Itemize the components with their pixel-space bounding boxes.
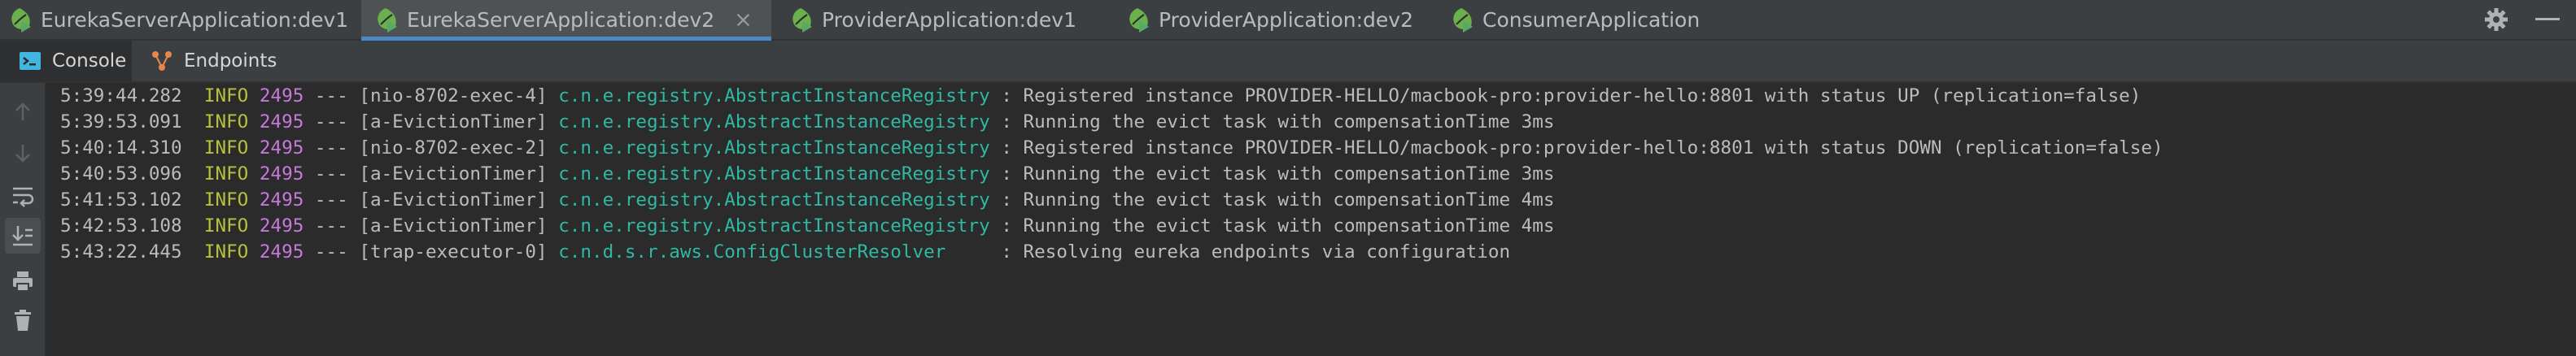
clear-all-button[interactable]	[5, 302, 41, 338]
tab-endpoints[interactable]: Endpoints	[150, 41, 280, 81]
log-separator: ---	[314, 111, 348, 132]
print-button[interactable]	[5, 263, 41, 299]
console-scrollbar[interactable]	[2565, 83, 2576, 356]
tab-label: ConsumerApplication	[1482, 7, 1701, 32]
log-message: Running the evict task with compensation…	[1023, 215, 1555, 237]
log-message: Resolving eureka endpoints via configura…	[1023, 241, 1511, 263]
tab-label: ProviderApplication:dev2	[1159, 7, 1413, 32]
log-message: Registered instance PROVIDER-HELLO/macbo…	[1023, 137, 2163, 158]
log-line: 5:43:22.445 INFO 2495 --- [trap-executor…	[60, 241, 1511, 263]
tab-label: ProviderApplication:dev1	[822, 7, 1076, 32]
endpoints-icon	[152, 51, 172, 71]
run-tool-window-tabs: EurekaServerApplication:dev1 EurekaServe…	[0, 0, 2576, 41]
tab-endpoints-label: Endpoints	[184, 50, 277, 72]
scroll-up-button[interactable]	[5, 94, 41, 130]
log-time: 5:40:14.310	[60, 137, 182, 158]
run-tab-provider-dev1[interactable]: ProviderApplication:dev1	[771, 0, 1103, 39]
log-thread: [a-EvictionTimer]	[359, 215, 548, 237]
log-message: Running the evict task with compensation…	[1023, 163, 1555, 185]
print-icon	[13, 271, 33, 292]
minimize-icon[interactable]	[2535, 18, 2560, 20]
log-thread: [a-EvictionTimer]	[359, 189, 548, 211]
log-separator: ---	[314, 163, 348, 185]
log-logger: c.n.e.registry.AbstractInstanceRegistry	[558, 111, 1002, 132]
settings-button[interactable]	[2482, 5, 2511, 34]
close-icon[interactable]: ×	[734, 9, 753, 31]
log-separator: ---	[314, 215, 348, 237]
log-time: 5:39:53.091	[60, 111, 182, 132]
tab-label: EurekaServerApplication:dev1	[41, 7, 349, 32]
console-output[interactable]: 5:39:44.282 INFO 2495 --- [nio-8702-exec…	[46, 83, 2576, 356]
log-pid: 2495	[259, 85, 304, 106]
log-logger: c.n.e.registry.AbstractInstanceRegistry	[558, 189, 1002, 211]
log-level: INFO	[203, 241, 249, 263]
console-icon	[20, 52, 41, 70]
soft-wrap-icon	[13, 187, 34, 207]
log-level: INFO	[203, 137, 249, 158]
tab-console[interactable]: Console	[0, 41, 132, 81]
log-thread: [trap-executor-0]	[359, 241, 548, 263]
log-level: INFO	[203, 163, 249, 185]
log-level: INFO	[203, 215, 249, 237]
log-time: 5:39:44.282	[60, 85, 182, 106]
log-thread: [nio-8702-exec-2]	[359, 137, 548, 158]
log-line: 5:40:14.310 INFO 2495 --- [nio-8702-exec…	[60, 137, 2163, 158]
log-thread: [nio-8702-exec-4]	[359, 85, 548, 106]
log-level: INFO	[203, 189, 249, 211]
run-tab-consumer[interactable]: ConsumerApplication	[1429, 0, 1738, 39]
log-separator: ---	[314, 241, 348, 263]
log-time: 5:40:53.096	[60, 163, 182, 185]
log-pid: 2495	[259, 111, 304, 132]
tab-console-label: Console	[52, 50, 127, 72]
log-pid: 2495	[259, 241, 304, 263]
log-line: 5:40:53.096 INFO 2495 --- [a-EvictionTim…	[60, 163, 1555, 185]
log-line: 5:41:53.102 INFO 2495 --- [a-EvictionTim…	[60, 189, 1555, 211]
clear-all-icon	[15, 310, 31, 331]
run-tab-eureka-dev1[interactable]: EurekaServerApplication:dev1	[0, 0, 361, 39]
spring-boot-run-icon	[11, 8, 31, 33]
tab-label: EurekaServerApplication:dev2	[407, 7, 715, 32]
log-level: INFO	[203, 111, 249, 132]
log-time: 5:43:22.445	[60, 241, 182, 263]
log-line: 5:39:53.091 INFO 2495 --- [a-EvictionTim…	[60, 111, 1555, 132]
spring-boot-run-icon	[378, 8, 397, 33]
spring-boot-run-icon	[792, 8, 812, 33]
gear-icon	[2485, 8, 2508, 31]
log-time: 5:41:53.102	[60, 189, 182, 211]
scroll-to-end-icon	[12, 226, 33, 246]
log-separator: ---	[314, 137, 348, 158]
scroll-down-icon	[15, 145, 30, 163]
soft-wrap-button[interactable]	[5, 177, 41, 213]
log-pid: 2495	[259, 215, 304, 237]
log-separator: ---	[314, 85, 348, 106]
log-message: Registered instance PROVIDER-HELLO/macbo…	[1023, 85, 2142, 106]
log-level: INFO	[203, 85, 249, 106]
console-subtabs: Console Endpoints	[0, 41, 2576, 83]
run-tab-provider-dev2[interactable]: ProviderApplication:dev2	[1103, 0, 1429, 39]
scroll-up-icon	[15, 102, 30, 120]
log-thread: [a-EvictionTimer]	[359, 111, 548, 132]
spring-boot-run-icon	[1453, 8, 1473, 33]
log-line: 5:39:44.282 INFO 2495 --- [nio-8702-exec…	[60, 85, 2142, 106]
log-logger: c.n.e.registry.AbstractInstanceRegistry	[558, 215, 1002, 237]
log-logger: c.n.e.registry.AbstractInstanceRegistry	[558, 137, 1002, 158]
console-toolbar	[0, 83, 46, 356]
log-pid: 2495	[259, 189, 304, 211]
spring-boot-run-icon	[1129, 8, 1149, 33]
log-pid: 2495	[259, 137, 304, 158]
log-separator: ---	[314, 189, 348, 211]
run-tabs-list: EurekaServerApplication:dev1 EurekaServe…	[0, 0, 2576, 41]
log-message: Running the evict task with compensation…	[1023, 189, 1555, 211]
log-pid: 2495	[259, 163, 304, 185]
log-time: 5:42:53.108	[60, 215, 182, 237]
log-thread: [a-EvictionTimer]	[359, 163, 548, 185]
log-logger: c.n.e.registry.AbstractInstanceRegistry	[558, 163, 1002, 185]
log-line: 5:42:53.108 INFO 2495 --- [a-EvictionTim…	[60, 215, 1555, 237]
run-tab-eureka-dev2[interactable]: EurekaServerApplication:dev2 ×	[361, 0, 771, 41]
scroll-to-end-button[interactable]	[5, 218, 41, 254]
log-message: Running the evict task with compensation…	[1023, 111, 1555, 132]
log-logger: c.n.e.registry.AbstractInstanceRegistry	[558, 85, 1002, 106]
log-logger: c.n.d.s.r.aws.ConfigClusterResolver	[558, 241, 1002, 263]
scroll-down-button[interactable]	[5, 135, 41, 171]
